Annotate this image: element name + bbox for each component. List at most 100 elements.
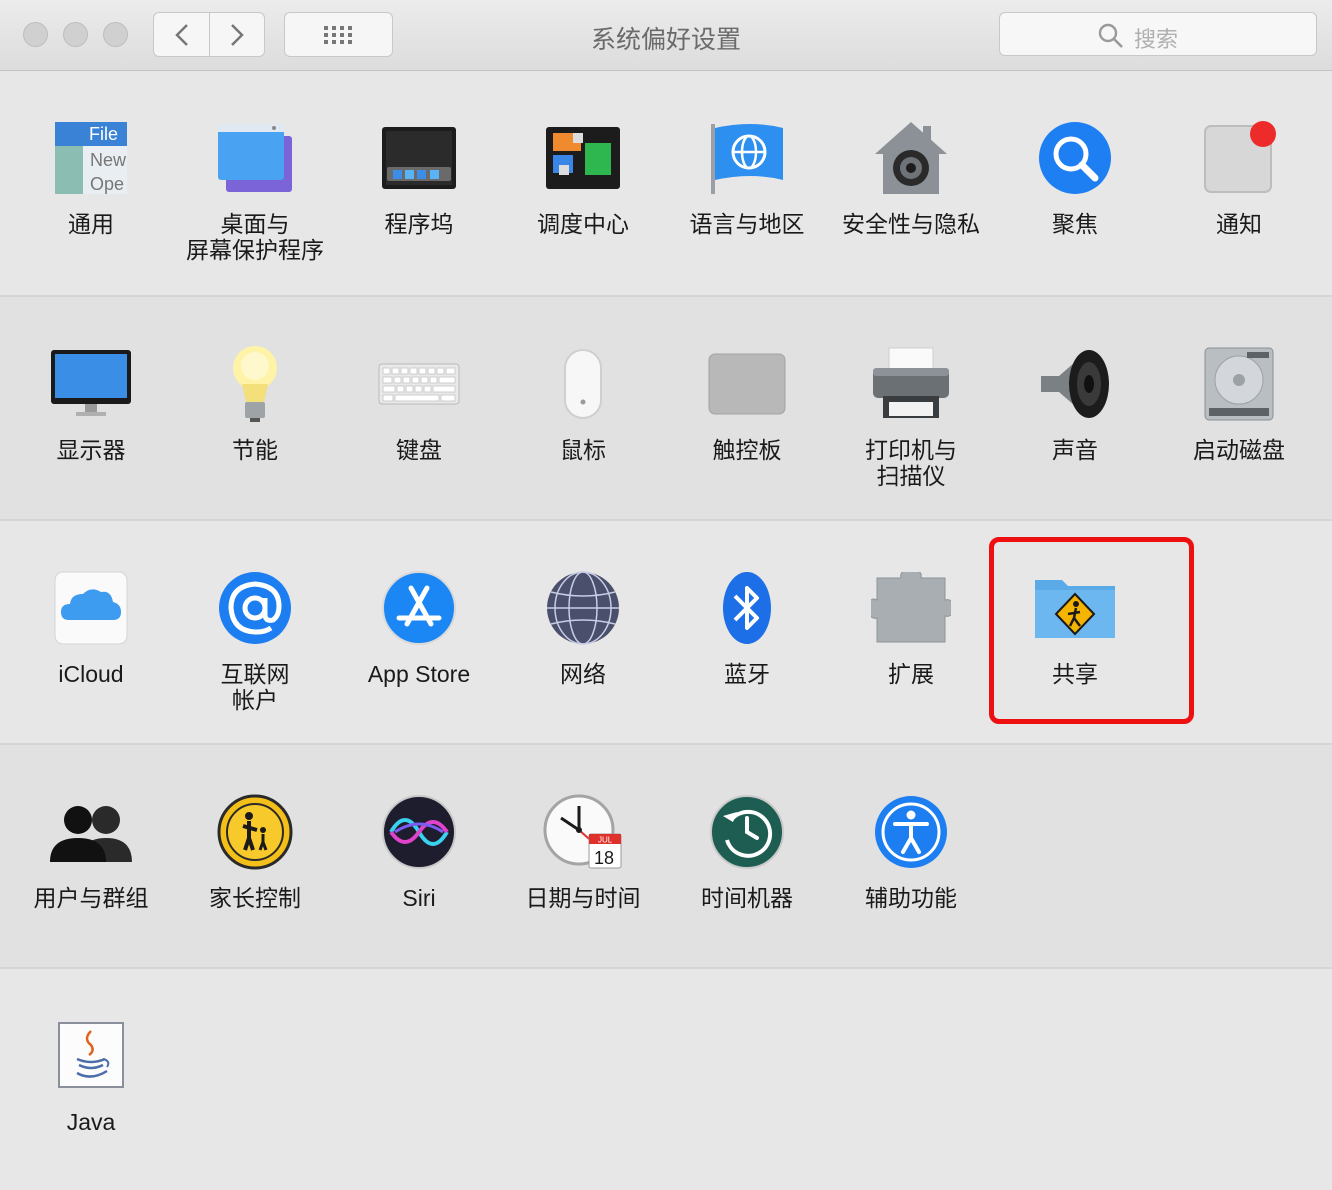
pane-label: 通知 bbox=[1216, 211, 1262, 237]
mouse-icon bbox=[542, 343, 624, 425]
pane-label: 聚焦 bbox=[1052, 211, 1098, 237]
pane-label: 互联网 帐户 bbox=[220, 661, 290, 713]
date-time-icon: JUL 18 bbox=[542, 791, 624, 873]
svg-text:File: File bbox=[89, 124, 118, 144]
time-machine-icon bbox=[706, 791, 788, 873]
notifications-icon bbox=[1198, 117, 1280, 199]
pane-printers-scanners[interactable]: 打印机与 扫描仪 bbox=[829, 343, 993, 489]
pane-general[interactable]: File New Ope 通用 bbox=[9, 117, 173, 237]
bluetooth-icon bbox=[706, 567, 788, 649]
pane-label: 扩展 bbox=[888, 661, 934, 687]
pane-language-region[interactable]: 语言与地区 bbox=[665, 117, 829, 237]
svg-text:Ope: Ope bbox=[90, 174, 124, 194]
svg-text:18: 18 bbox=[594, 848, 614, 868]
icloud-icon bbox=[50, 567, 132, 649]
pane-label: Java bbox=[66, 1109, 116, 1135]
keyboard-icon bbox=[378, 343, 460, 425]
pane-bluetooth[interactable]: 蓝牙 bbox=[665, 567, 829, 687]
dock-icon bbox=[378, 117, 460, 199]
pane-startup-disk[interactable]: 启动磁盘 bbox=[1157, 343, 1321, 463]
pane-label: 声音 bbox=[1052, 437, 1098, 463]
pane-spotlight[interactable]: 聚焦 bbox=[993, 117, 1157, 237]
pane-label: 启动磁盘 bbox=[1193, 437, 1285, 463]
section-hardware: 显示器 节能 键盘 鼠标 触控板 打印机与 扫描仪 声音 启动磁盘 bbox=[0, 297, 1332, 521]
pane-date-time[interactable]: JUL 18 日期与时间 bbox=[501, 791, 665, 911]
pane-label: 显示器 bbox=[56, 437, 126, 463]
pane-trackpad[interactable]: 触控板 bbox=[665, 343, 829, 463]
section-personal: File New Ope 通用 桌面与 屏幕保护程序 程序坞 调度中心 语言与地… bbox=[0, 71, 1332, 297]
pane-label: 打印机与 扫描仪 bbox=[865, 437, 957, 489]
pane-network[interactable]: 网络 bbox=[501, 567, 665, 687]
security-privacy-icon bbox=[870, 117, 952, 199]
pane-dock[interactable]: 程序坞 bbox=[337, 117, 501, 237]
pane-label: 通用 bbox=[68, 211, 114, 237]
svg-text:JUL: JUL bbox=[598, 836, 613, 845]
network-icon bbox=[542, 567, 624, 649]
pane-label: 键盘 bbox=[396, 437, 442, 463]
pane-accessibility[interactable]: 辅助功能 bbox=[829, 791, 993, 911]
pane-label: 调度中心 bbox=[537, 211, 629, 237]
pane-parental-controls[interactable]: 家长控制 bbox=[173, 791, 337, 911]
pane-mouse[interactable]: 鼠标 bbox=[501, 343, 665, 463]
search-field[interactable]: 搜索 bbox=[999, 12, 1317, 56]
pane-label: 语言与地区 bbox=[689, 211, 805, 237]
pane-label: 时间机器 bbox=[701, 885, 793, 911]
internet-accounts-icon bbox=[214, 567, 296, 649]
pane-desktop-screensaver[interactable]: 桌面与 屏幕保护程序 bbox=[173, 117, 337, 263]
section-other: Java bbox=[0, 969, 1332, 1190]
pane-label: 触控板 bbox=[712, 437, 782, 463]
siri-icon bbox=[378, 791, 460, 873]
pane-label: Siri bbox=[402, 885, 436, 911]
displays-icon bbox=[50, 343, 132, 425]
title-bar: 系统偏好设置 搜索 bbox=[0, 0, 1332, 71]
pane-internet-accounts[interactable]: 互联网 帐户 bbox=[173, 567, 337, 713]
startup-disk-icon bbox=[1198, 343, 1280, 425]
spotlight-icon bbox=[1034, 117, 1116, 199]
language-region-icon bbox=[706, 117, 788, 199]
pane-label: 家长控制 bbox=[209, 885, 301, 911]
mission-control-icon bbox=[542, 117, 624, 199]
pane-label: 桌面与 屏幕保护程序 bbox=[186, 211, 324, 263]
desktop-screensaver-icon bbox=[214, 117, 296, 199]
pane-label: 鼠标 bbox=[560, 437, 606, 463]
pane-energy-saver[interactable]: 节能 bbox=[173, 343, 337, 463]
pane-mission-control[interactable]: 调度中心 bbox=[501, 117, 665, 237]
sharing-highlight-box bbox=[989, 537, 1194, 724]
pane-users-groups[interactable]: 用户与群组 bbox=[9, 791, 173, 911]
pane-displays[interactable]: 显示器 bbox=[9, 343, 173, 463]
svg-text:New: New bbox=[90, 150, 127, 170]
pane-label: 蓝牙 bbox=[724, 661, 770, 687]
sound-icon bbox=[1034, 343, 1116, 425]
pane-label: App Store bbox=[367, 661, 471, 687]
section-system: 用户与群组 家长控制 Siri JUL 18 日期与时间 时间机器 辅助功能 bbox=[0, 745, 1332, 969]
pane-siri[interactable]: Siri bbox=[337, 791, 501, 911]
pane-sound[interactable]: 声音 bbox=[993, 343, 1157, 463]
energy-saver-icon bbox=[214, 343, 296, 425]
pane-label: 安全性与隐私 bbox=[842, 211, 980, 237]
pane-notifications[interactable]: 通知 bbox=[1157, 117, 1321, 237]
pane-label: 节能 bbox=[232, 437, 278, 463]
accessibility-icon bbox=[870, 791, 952, 873]
pane-label: iCloud bbox=[58, 661, 124, 687]
trackpad-icon bbox=[706, 343, 788, 425]
printers-scanners-icon bbox=[870, 343, 952, 425]
pane-label: 辅助功能 bbox=[865, 885, 957, 911]
users-groups-icon bbox=[50, 791, 132, 873]
pane-time-machine[interactable]: 时间机器 bbox=[665, 791, 829, 911]
pane-label: 程序坞 bbox=[384, 211, 454, 237]
pane-app-store[interactable]: App Store bbox=[337, 567, 501, 687]
parental-controls-icon bbox=[214, 791, 296, 873]
pane-label: 日期与时间 bbox=[525, 885, 641, 911]
pane-keyboard[interactable]: 键盘 bbox=[337, 343, 501, 463]
search-placeholder: 搜索 bbox=[1134, 27, 1179, 52]
extensions-icon bbox=[870, 567, 952, 649]
general-icon: File New Ope bbox=[50, 117, 132, 199]
search-icon bbox=[1098, 23, 1123, 48]
pane-label: 用户与群组 bbox=[33, 885, 149, 911]
pane-label: 网络 bbox=[560, 661, 606, 687]
pane-security-privacy[interactable]: 安全性与隐私 bbox=[829, 117, 993, 237]
pane-icloud[interactable]: iCloud bbox=[9, 567, 173, 687]
java-icon bbox=[50, 1015, 132, 1097]
pane-extensions[interactable]: 扩展 bbox=[829, 567, 993, 687]
pane-java[interactable]: Java bbox=[9, 1015, 173, 1135]
